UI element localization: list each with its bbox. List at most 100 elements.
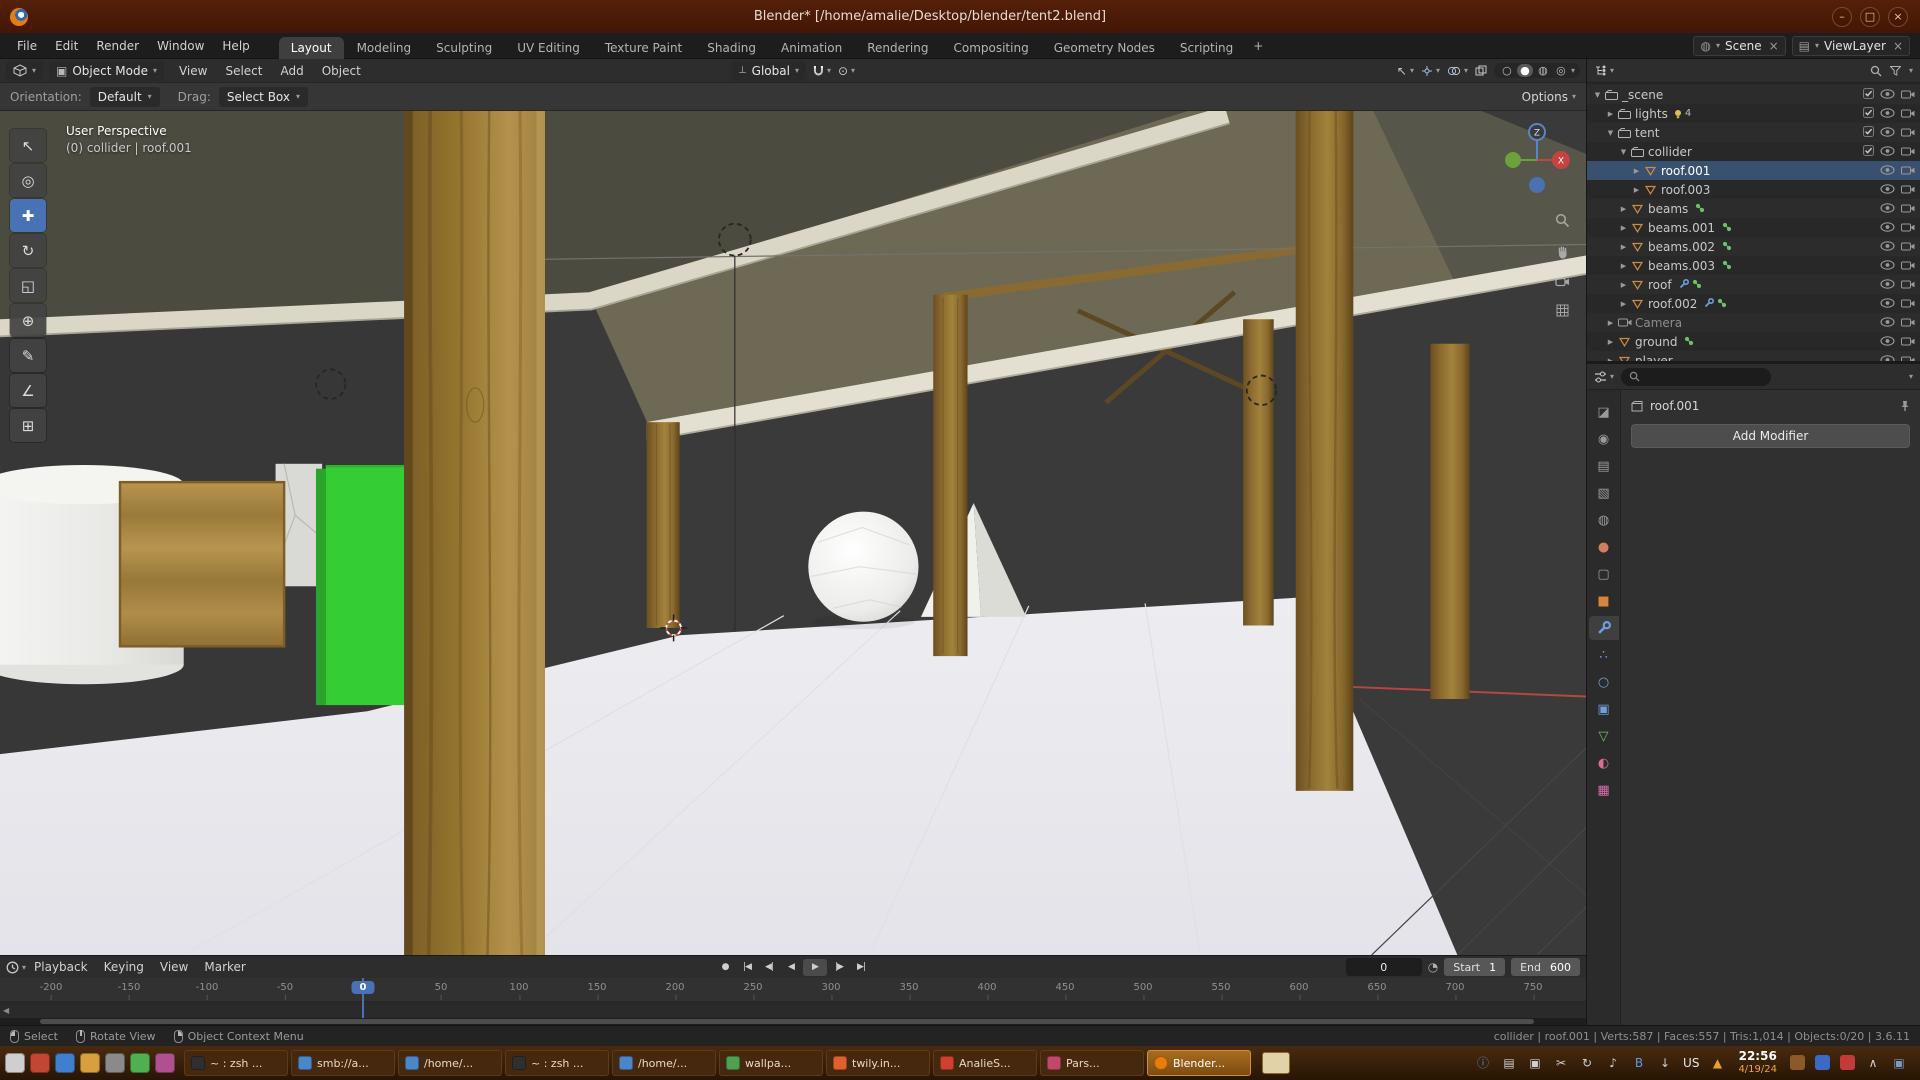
checkbox-toggle[interactable]: [1863, 126, 1874, 140]
navigation-gizmo[interactable]: Z X: [1496, 119, 1578, 204]
taskbar-window-pars-8[interactable]: Pars...: [1040, 1050, 1144, 1076]
outliner-row-roof[interactable]: ▶roof: [1587, 275, 1920, 294]
taskbar-window-home-2[interactable]: /home/...: [398, 1050, 502, 1076]
launcher-4-icon[interactable]: [80, 1053, 100, 1073]
camera-toggle[interactable]: [1901, 145, 1915, 159]
tab-scripting[interactable]: Scripting: [1168, 37, 1245, 59]
jump-start-button[interactable]: |◀: [737, 959, 757, 976]
frame-start-field[interactable]: Start 1: [1444, 958, 1505, 976]
expand-arrow-icon[interactable]: ▶: [1617, 281, 1630, 289]
eye-toggle[interactable]: [1880, 278, 1895, 292]
remove-viewlayer-icon[interactable]: ×: [1893, 39, 1903, 53]
outliner-row-camera[interactable]: ▶Camera: [1587, 313, 1920, 332]
transform-orientation-dropdown[interactable]: ⊥ Global ▾: [731, 61, 806, 81]
timeline-menu-view[interactable]: View: [152, 959, 196, 975]
expand-arrow-icon[interactable]: ▶: [1617, 300, 1630, 308]
taskbar-window-wallpa-5[interactable]: wallpa...: [719, 1050, 823, 1076]
properties-tab-render[interactable]: ◉: [1589, 427, 1619, 451]
camera-view-icon[interactable]: [1555, 276, 1570, 290]
tab-rendering[interactable]: Rendering: [855, 37, 940, 59]
chevron-down-icon[interactable]: ▾: [1909, 66, 1913, 75]
shading-material-button[interactable]: ◍: [1535, 64, 1551, 77]
viewport-menu-select[interactable]: Select: [216, 62, 271, 80]
cursor-tool-button[interactable]: ◎: [10, 164, 46, 197]
frame-end-field[interactable]: End 600: [1511, 958, 1580, 976]
scene-selector[interactable]: ◍▾ Scene ×: [1693, 36, 1785, 56]
outliner-row-lights[interactable]: ▶lights4: [1587, 104, 1920, 123]
play-button[interactable]: ▶: [803, 959, 827, 976]
add-cube-tool-button[interactable]: ⊞: [10, 409, 46, 442]
expand-arrow-icon[interactable]: ▼: [1604, 129, 1617, 137]
3d-viewport[interactable]: User Perspective (0) collider | roof.001…: [0, 111, 1586, 955]
shading-wireframe-button[interactable]: ○: [1499, 64, 1515, 77]
app-brown-tray-icon[interactable]: [1790, 1055, 1805, 1070]
network-tray-icon[interactable]: ↓: [1657, 1054, 1673, 1072]
display-tray-icon[interactable]: ▣: [1527, 1054, 1543, 1072]
outliner-row-player[interactable]: ▶player: [1587, 351, 1920, 361]
jump-end-button[interactable]: ▶|: [851, 959, 871, 976]
eye-toggle[interactable]: [1880, 259, 1895, 273]
tab-uv-editing[interactable]: UV Editing: [505, 37, 592, 59]
camera-toggle[interactable]: [1901, 278, 1915, 292]
expand-arrow-icon[interactable]: ▶: [1617, 243, 1630, 251]
launcher-5-icon[interactable]: [105, 1053, 125, 1073]
outliner-row-roof-002[interactable]: ▶roof.002: [1587, 294, 1920, 313]
shading-dropdown[interactable]: ▾: [1571, 66, 1575, 75]
outliner-row-beams-001[interactable]: ▶beams.001: [1587, 218, 1920, 237]
toggle-ortho-icon[interactable]: [1556, 304, 1569, 320]
unlink-scene-icon[interactable]: ×: [1769, 39, 1779, 53]
play-reverse-button[interactable]: ◀: [781, 959, 801, 976]
object-visibility-dropdown[interactable]: ↖▾: [1397, 64, 1414, 78]
taskbar-window-smb-a-1[interactable]: smb://a...: [291, 1050, 395, 1076]
expand-arrow-icon[interactable]: ▶: [1617, 205, 1630, 213]
eye-toggle[interactable]: [1880, 164, 1895, 178]
properties-tab-particles[interactable]: ∴: [1589, 643, 1619, 667]
orientation-dropdown[interactable]: Default ▾: [90, 87, 160, 107]
timeline-menu-marker[interactable]: Marker: [196, 959, 253, 975]
corner-tray-icon[interactable]: ▣: [1891, 1054, 1907, 1072]
eye-toggle[interactable]: [1880, 240, 1895, 254]
outliner-row-ground[interactable]: ▶ground: [1587, 332, 1920, 351]
properties-tab-object[interactable]: ■: [1589, 589, 1619, 613]
minimize-button[interactable]: –: [1832, 7, 1852, 27]
proportional-editing-toggle[interactable]: ⊙▾: [838, 64, 855, 78]
eye-toggle[interactable]: [1880, 126, 1895, 140]
viewport-menu-object[interactable]: Object: [313, 62, 370, 80]
properties-search-input[interactable]: [1621, 368, 1771, 386]
launcher-6-icon[interactable]: [130, 1053, 150, 1073]
camera-toggle[interactable]: [1901, 297, 1915, 311]
camera-toggle[interactable]: [1901, 221, 1915, 235]
playhead-frame-badge[interactable]: 0: [352, 981, 375, 994]
expand-arrow-icon[interactable]: ▶: [1630, 167, 1643, 175]
timeline-track[interactable]: [0, 1002, 1586, 1018]
camera-toggle[interactable]: [1901, 316, 1915, 330]
expand-arrow-icon[interactable]: ▶: [1630, 186, 1643, 194]
overlays-toggle[interactable]: ▾: [1447, 65, 1468, 77]
launcher-1-icon[interactable]: [5, 1053, 25, 1073]
add-workspace-button[interactable]: +: [1245, 39, 1271, 53]
eye-toggle[interactable]: [1880, 316, 1895, 330]
3d-scene[interactable]: [0, 111, 1586, 955]
search-icon[interactable]: [1870, 65, 1882, 77]
menu-render[interactable]: Render: [87, 37, 148, 55]
launcher-7-icon[interactable]: [155, 1053, 175, 1073]
expand-arrow-icon[interactable]: ▼: [1591, 91, 1604, 99]
screenshot-tray-icon[interactable]: ✂: [1553, 1054, 1569, 1072]
chevron-down-icon[interactable]: ▾: [1909, 372, 1913, 381]
timeline-scrollbar[interactable]: [0, 1018, 1586, 1025]
outliner-row-scene[interactable]: ▼_scene: [1587, 85, 1920, 104]
expand-arrow-icon[interactable]: ▶: [1617, 262, 1630, 270]
properties-tab-view-layer[interactable]: ▧: [1589, 481, 1619, 505]
tweak-select-tool-button[interactable]: ↖: [10, 129, 46, 162]
camera-toggle[interactable]: [1901, 126, 1915, 140]
viewport-menu-add[interactable]: Add: [271, 62, 312, 80]
timeline-scrollbar-handle[interactable]: [40, 1019, 1534, 1024]
eye-toggle[interactable]: [1880, 221, 1895, 235]
menu-edit[interactable]: Edit: [46, 37, 87, 55]
tab-shading[interactable]: Shading: [695, 37, 768, 59]
properties-tab-output[interactable]: ▤: [1589, 454, 1619, 478]
camera-toggle[interactable]: [1901, 107, 1915, 121]
camera-toggle[interactable]: [1901, 259, 1915, 273]
add-modifier-button[interactable]: Add Modifier: [1631, 424, 1910, 448]
move-tool-button[interactable]: ✚: [10, 199, 46, 232]
